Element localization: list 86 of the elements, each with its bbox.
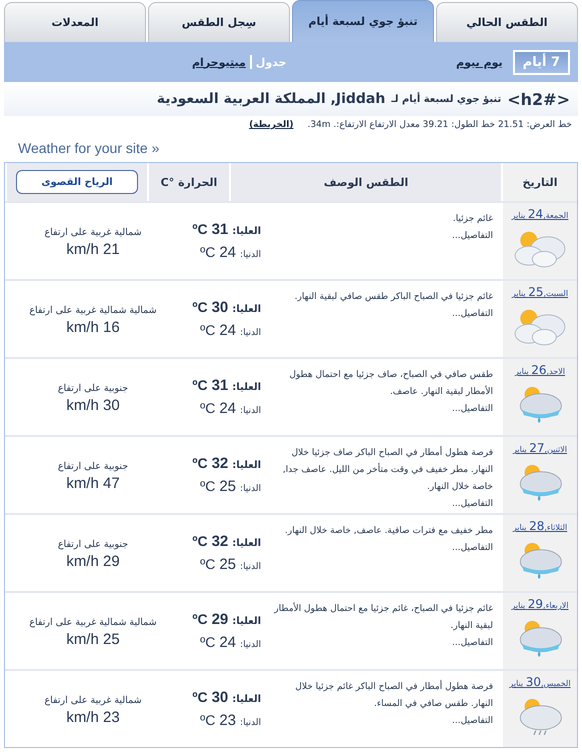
details-link[interactable]: التفاصيل...: [273, 228, 493, 245]
low-temperature: 24: [219, 244, 236, 261]
details-link[interactable]: التفاصيل...: [273, 401, 493, 418]
high-temperature: 32: [212, 533, 228, 550]
details-link[interactable]: التفاصيل...: [273, 635, 493, 652]
low-label: الدنيا:: [240, 718, 261, 728]
weather-description: غائم جزئيا.: [452, 213, 493, 226]
high-label: العليا:: [232, 616, 261, 627]
low-label: الدنيا:: [240, 250, 261, 260]
weather-description: غائم جزئيا في الصباح الباكر طقس صافي لبقية النهار.: [294, 291, 493, 304]
temperature-unit: ºC: [200, 244, 216, 260]
column-header: الطقس الوصف: [229, 163, 501, 201]
wind-speed: 29 km/h: [66, 553, 120, 570]
wind-direction: شمالية غربية على ارتفاع: [44, 694, 142, 708]
temperature-unit: ºC: [192, 533, 208, 549]
low-label: الدنيا:: [240, 484, 261, 494]
temperature-unit: ºC: [200, 322, 216, 338]
temperature-unit: ºC: [200, 400, 216, 416]
heading-tag: <h2#>: [507, 90, 570, 108]
high-label: العليا:: [232, 226, 261, 237]
tab[interactable]: سِجل الطقس: [148, 2, 290, 42]
low-temperature: 25: [219, 478, 236, 495]
wind-direction: شمالية شمالية غربية على ارتفاع: [29, 616, 157, 630]
weather-description: طقس صافي في الصباح، صاف جزئيا مع احتمال هطول الأمطار لبقية النهار. عاصف.: [288, 369, 493, 399]
high-temperature: 30: [212, 299, 228, 316]
low-label: الدنيا:: [240, 406, 261, 416]
wind-speed: 23 km/h: [66, 709, 120, 726]
high-temperature: 32: [212, 455, 228, 472]
high-label: العليا:: [232, 382, 261, 393]
temperature-unit: ºC: [200, 556, 216, 572]
temperature-unit: ºC: [192, 689, 208, 705]
tab[interactable]: تنبؤ جوي لسبعة أيام: [292, 0, 434, 42]
low-temperature: 24: [219, 322, 236, 339]
weather-description: غائم جزئيا في الصباح، غائم جزئيا مع احتمال هطول الأمطار لبقية النهار.: [273, 601, 493, 633]
tab[interactable]: الطقس الحالي: [436, 2, 578, 42]
details-link[interactable]: التفاصيل...: [273, 306, 493, 323]
high-label: العليا:: [232, 538, 261, 549]
wind-direction: شمالية غربية على ارتفاع: [44, 226, 142, 240]
high-temperature: 30: [212, 689, 228, 706]
weather-description: فرصة هطول أمطار في الصباح الباكر غائم جزئيا خلال النهار. طقس صافي في المساء.: [294, 679, 493, 711]
wind-speed: 47 km/h: [66, 475, 120, 492]
heading-title: Jiddah, المملكة العربية السعودية: [156, 91, 386, 107]
column-header: الحرارة °C: [147, 163, 229, 201]
high-label: العليا:: [232, 694, 261, 705]
high-label: العليا:: [232, 460, 261, 471]
high-temperature: 31: [212, 377, 228, 394]
low-temperature: 23: [219, 712, 236, 729]
high-label: العليا:: [232, 304, 261, 315]
temperature-unit: ºC: [192, 299, 208, 315]
view-link[interactable]: ميتيوجرام: [192, 56, 246, 68]
weather-description: مطر خفيف مع فترات صافية. عاصف, خاصة خلال النهار.: [284, 525, 493, 538]
wind-direction: جنوبية على ارتفاع: [58, 460, 128, 474]
temperature-unit: ºC: [192, 221, 208, 237]
period-link[interactable]: يوم بيوم: [456, 56, 503, 68]
wind-direction: شمالية شمالية غربية على ارتفاع: [29, 304, 157, 318]
low-label: الدنيا:: [240, 562, 261, 572]
weather-description: فرصة هطول أمطار في الصباح الباكر صاف جزئيا خلال النهار. مطر خفيف في وقت متأخر من الليل. عاصف جدا, خاصة خلال النهار.: [282, 445, 493, 494]
temperature-unit: ºC: [192, 377, 208, 393]
column-header: التاريخ: [501, 163, 577, 201]
wind-speed: 16 km/h: [66, 319, 120, 336]
low-temperature: 24: [219, 400, 236, 417]
wind-direction: جنوبية على ارتفاع: [58, 382, 128, 396]
wind-speed: 25 km/h: [66, 631, 120, 648]
details-link[interactable]: التفاصيل...: [273, 496, 493, 513]
wind-speed: 30 km/h: [66, 397, 120, 414]
temperature-unit: ºC: [192, 455, 208, 471]
high-temperature: 31: [212, 221, 228, 238]
low-temperature: 25: [219, 556, 236, 573]
site-link[interactable]: Weather for your site »: [18, 140, 160, 156]
tab[interactable]: المعدلات: [4, 2, 146, 42]
wind-speed: 21 km/h: [66, 241, 120, 258]
temperature-unit: ºC: [192, 611, 208, 627]
low-temperature: 24: [219, 634, 236, 651]
coordinates-text: خط العرض: 21.51 خط الطول: 39.21 معدل الارتفاع الارتفاع:. 34m.: [307, 120, 572, 130]
temperature-unit: ºC: [200, 712, 216, 728]
low-label: الدنيا:: [240, 640, 261, 650]
wind-direction: جنوبية على ارتفاع: [58, 538, 128, 552]
wind-button[interactable]: الرياح القصوى: [16, 170, 138, 194]
high-temperature: 29: [212, 611, 228, 628]
map-link[interactable]: (الخريطة): [249, 120, 294, 130]
temperature-unit: ºC: [200, 478, 216, 494]
details-link[interactable]: التفاصيل...: [273, 713, 493, 730]
temperature-unit: ºC: [200, 634, 216, 650]
low-label: الدنيا:: [240, 328, 261, 338]
heading-prefix: تنبؤ جوي لسبعة أيام لـ: [391, 94, 502, 104]
details-link[interactable]: التفاصيل...: [273, 540, 493, 557]
